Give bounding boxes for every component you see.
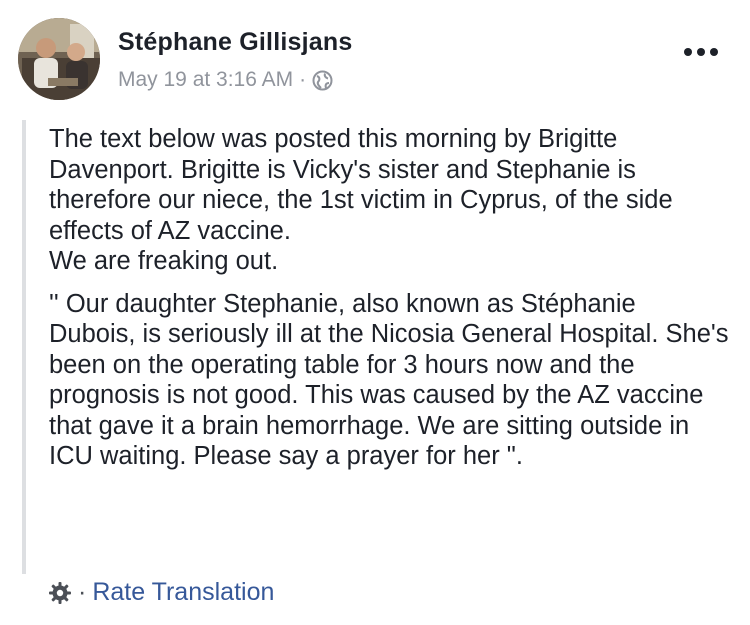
more-dot [710, 48, 718, 56]
quote-bar [22, 120, 26, 574]
footer-separator: · [78, 578, 87, 606]
meta-separator: · [299, 68, 307, 91]
post-paragraph: '' Our daughter Stephanie, also known as… [49, 289, 729, 471]
more-dot [697, 48, 705, 56]
facebook-post: Stéphane Gillisjans May 19 at 3:16 AM · … [0, 0, 750, 625]
author-name[interactable]: Stéphane Gillisjans [118, 28, 352, 57]
gear-icon[interactable] [48, 581, 72, 605]
post-meta: May 19 at 3:16 AM · [118, 68, 333, 92]
post-timestamp[interactable]: May 19 at 3:16 AM [118, 68, 293, 92]
post-paragraph: The text below was posted this morning b… [49, 125, 673, 275]
avatar[interactable] [18, 18, 100, 100]
globe-icon[interactable] [312, 70, 333, 91]
more-options-icon[interactable] [680, 44, 722, 60]
more-dot [684, 48, 692, 56]
post-body: The text below was posted this morning b… [49, 124, 729, 472]
rate-translation-link[interactable]: Rate Translation [92, 578, 274, 607]
translation-footer: · Rate Translation [48, 578, 274, 607]
